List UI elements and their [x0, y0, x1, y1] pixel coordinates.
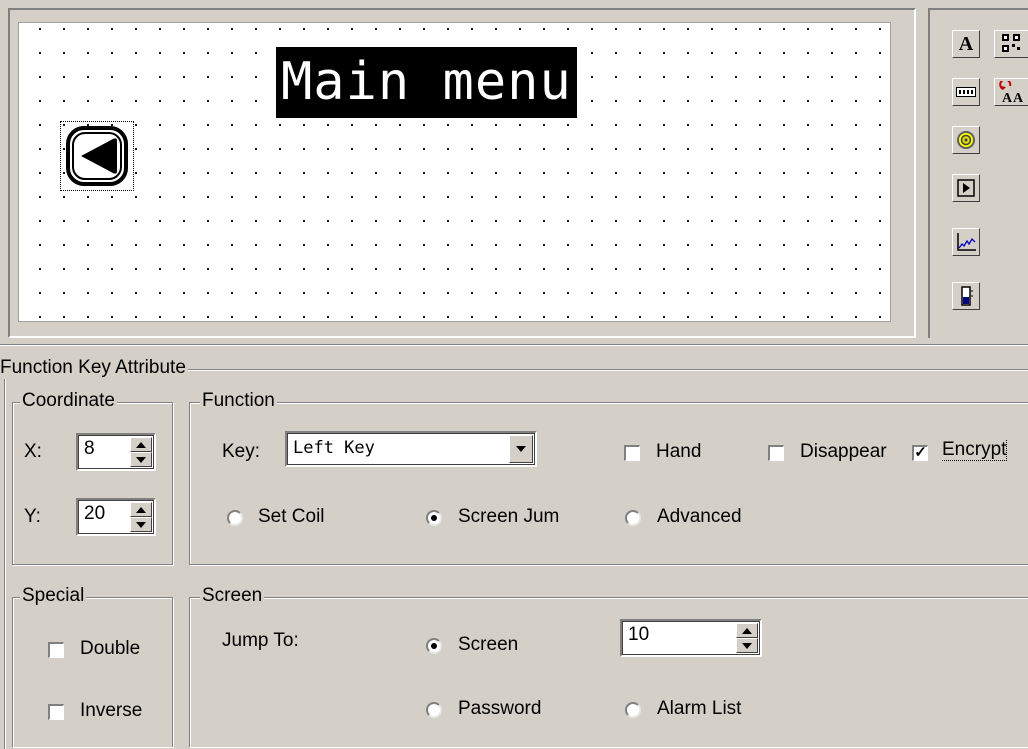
trend-chart-tool-button[interactable]	[952, 228, 980, 256]
svg-text:A: A	[1013, 91, 1024, 103]
canvas-title-text[interactable]: Main menu	[276, 47, 577, 118]
numeric-display-icon	[956, 87, 976, 97]
advanced-radio[interactable]	[625, 510, 641, 526]
x-spin-up-button[interactable]	[130, 437, 152, 452]
screen-number-spin-buttons[interactable]	[736, 623, 758, 653]
screen-jump-radio[interactable]	[426, 510, 442, 526]
text-tool-button[interactable]: A	[952, 30, 980, 58]
screen-canvas[interactable]: Main menu	[18, 22, 891, 322]
double-label[interactable]: Double	[80, 638, 140, 660]
chevron-down-icon	[516, 446, 526, 452]
lamp-tool-button[interactable]	[952, 126, 980, 154]
screen-number-value[interactable]: 10	[628, 624, 649, 646]
lamp-icon	[957, 131, 975, 149]
key-label: Key:	[222, 441, 261, 462]
key-select-value: Left Key	[293, 438, 375, 458]
encrypt-label[interactable]: Encrypt	[942, 439, 1008, 461]
coordinate-group	[12, 402, 173, 565]
panel-separator	[0, 344, 1028, 346]
spin-down-icon	[136, 521, 146, 528]
play-key-icon	[957, 179, 975, 197]
key-dropdown-button[interactable]	[509, 435, 533, 463]
x-coordinate-value[interactable]: 8	[84, 438, 95, 460]
encrypt-checkbox[interactable]: ✓	[912, 445, 928, 461]
y-spin-down-button[interactable]	[130, 517, 152, 532]
qr-code-tool-button[interactable]	[994, 30, 1028, 58]
left-key-element[interactable]	[60, 121, 134, 191]
screen-target-radio[interactable]	[426, 638, 442, 654]
svg-text:A: A	[1002, 91, 1013, 103]
spin-down-icon	[136, 456, 146, 463]
alarm-list-radio[interactable]	[625, 702, 641, 718]
alternate-text-icon: A A	[998, 81, 1024, 103]
hand-checkbox[interactable]	[624, 445, 640, 461]
special-group	[12, 597, 173, 747]
inverse-checkbox[interactable]	[48, 704, 64, 720]
radio-selected-dot	[431, 515, 437, 521]
bar-graph-tool-button[interactable]	[952, 282, 980, 310]
password-radio[interactable]	[426, 702, 442, 718]
set-coil-radio[interactable]	[227, 510, 243, 526]
function-key-tool-button[interactable]	[952, 174, 980, 202]
left-arrow-key-icon	[66, 126, 128, 186]
inverse-label[interactable]: Inverse	[80, 700, 142, 722]
screen-number-spinbox[interactable]: 10	[620, 619, 762, 657]
spin-up-icon	[136, 506, 146, 513]
disappear-label[interactable]: Disappear	[800, 441, 887, 462]
screen-jump-label[interactable]: Screen Jum	[458, 506, 559, 528]
hand-label[interactable]: Hand	[656, 441, 701, 463]
qr-code-icon	[1001, 34, 1020, 52]
y-spin-buttons[interactable]	[130, 502, 152, 532]
special-group-label: Special	[20, 585, 87, 606]
function-group-label: Function	[200, 390, 277, 411]
spin-up-icon	[136, 441, 146, 448]
screen-target-label[interactable]: Screen	[458, 634, 518, 656]
text-tool-icon: A	[958, 32, 974, 55]
trend-chart-icon	[957, 233, 976, 251]
jump-to-label: Jump To:	[222, 630, 299, 651]
screen-spin-up-button[interactable]	[736, 623, 758, 638]
function-group	[189, 402, 1028, 565]
key-select[interactable]: Left Key	[285, 431, 537, 467]
y-coordinate-value[interactable]: 20	[84, 503, 105, 525]
bar-graph-icon	[961, 286, 973, 306]
x-label: X:	[24, 441, 42, 462]
double-checkbox[interactable]	[48, 642, 64, 658]
advanced-label[interactable]: Advanced	[657, 506, 742, 528]
x-coordinate-spinbox[interactable]: 8	[76, 433, 156, 471]
x-spin-buttons[interactable]	[130, 437, 152, 467]
spin-down-icon	[742, 642, 752, 649]
spin-up-icon	[742, 627, 752, 634]
y-label: Y:	[24, 506, 41, 527]
y-coordinate-spinbox[interactable]: 20	[76, 498, 156, 536]
alarm-list-label[interactable]: Alarm List	[657, 698, 741, 720]
encrypt-label-clip: Encrypt	[942, 439, 1022, 461]
screen-group-label: Screen	[200, 585, 265, 606]
screen-group	[189, 597, 1028, 747]
x-spin-down-button[interactable]	[130, 452, 152, 467]
set-coil-label[interactable]: Set Coil	[258, 506, 325, 528]
y-spin-up-button[interactable]	[130, 502, 152, 517]
function-key-attribute-title: Function Key Attribute	[0, 357, 188, 379]
numeric-display-tool-button[interactable]	[952, 78, 980, 106]
radio-selected-dot	[431, 643, 437, 649]
alternate-text-tool-button[interactable]: A A	[994, 78, 1028, 106]
disappear-checkbox[interactable]	[768, 445, 784, 461]
disappear-label-clip: Disappear	[800, 441, 904, 463]
screen-spin-down-button[interactable]	[736, 638, 758, 653]
coordinate-group-label: Coordinate	[20, 390, 117, 411]
password-label[interactable]: Password	[458, 698, 541, 720]
